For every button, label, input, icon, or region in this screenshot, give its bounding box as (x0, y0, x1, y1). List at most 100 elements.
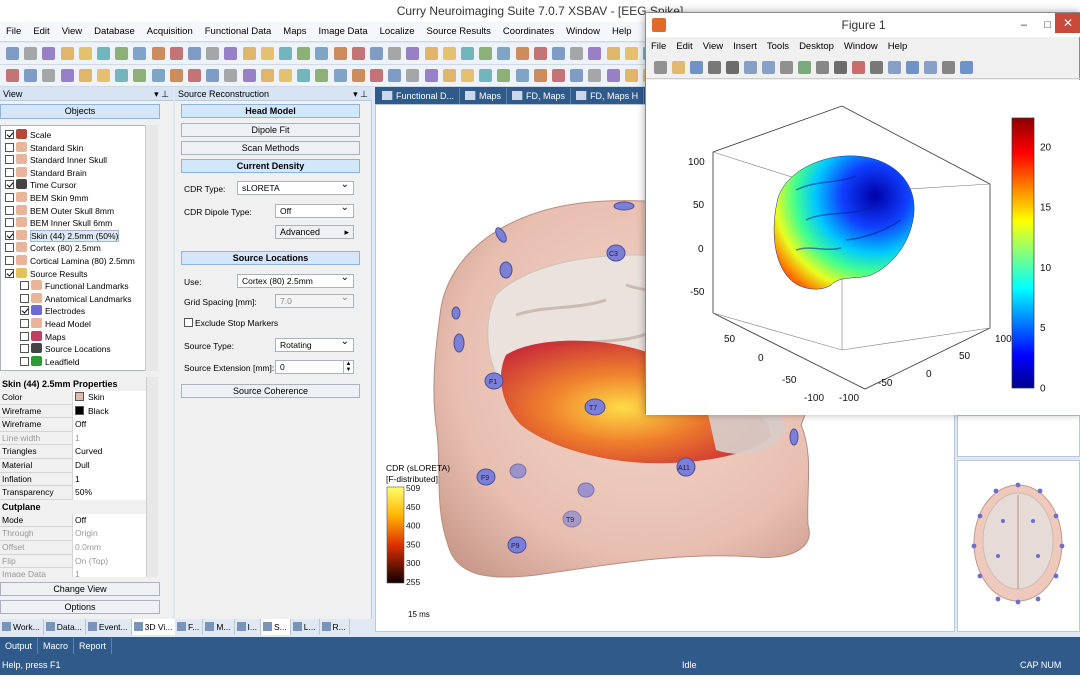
toolbar-button-icon[interactable] (424, 47, 438, 60)
menu-item-view[interactable]: View (56, 22, 88, 42)
property-row[interactable]: Line width 1 (0, 431, 146, 446)
toolbar-button-icon[interactable] (78, 69, 92, 82)
tree-checkbox[interactable] (5, 205, 14, 215)
bottom-tab[interactable]: M... (203, 619, 235, 635)
figure-menu-help[interactable]: Help (883, 37, 913, 57)
toolbar-button-icon[interactable] (552, 69, 565, 82)
property-value[interactable]: 1 (72, 431, 146, 446)
tree-checkbox[interactable] (5, 256, 14, 265)
close-icon[interactable]: ✕ (1055, 13, 1080, 33)
property-value[interactable]: Off (72, 513, 146, 528)
toolbar-button-icon[interactable] (188, 47, 201, 60)
toolbar-button-icon[interactable] (279, 47, 292, 60)
toolbar-button-icon[interactable] (169, 47, 183, 60)
tree-item[interactable]: Cortical Lamina (80) 2.5mm (5, 255, 135, 268)
property-value[interactable]: 0.0mm (72, 541, 146, 555)
menu-item-coordinates[interactable]: Coordinates (497, 22, 560, 42)
figure-menu-view[interactable]: View (698, 37, 728, 57)
side-view-axial[interactable] (957, 460, 1080, 632)
menu-item-source-results[interactable]: Source Results (421, 22, 497, 42)
figure-menu-edit[interactable]: Edit (671, 37, 697, 57)
dipole-fit-button[interactable]: Dipole Fit (181, 123, 360, 137)
property-value[interactable]: Curved (72, 445, 146, 459)
toolbar-button-icon[interactable] (624, 47, 638, 60)
figure-toolbar-icon[interactable] (690, 61, 703, 74)
toolbar-button-icon[interactable] (461, 69, 474, 82)
property-row[interactable]: Transparency 50% (0, 486, 146, 500)
figure-toolbar-icon[interactable] (744, 61, 757, 74)
tree-checkbox[interactable] (20, 331, 29, 341)
menu-item-functional-data[interactable]: Functional Data (199, 22, 278, 42)
property-row[interactable]: Through Origin (0, 527, 146, 541)
menu-item-acquisition[interactable]: Acquisition (141, 22, 199, 42)
tree-checkbox[interactable] (5, 193, 14, 202)
toolbar-button-icon[interactable] (515, 69, 529, 82)
source-coherence-button[interactable]: Source Coherence (181, 384, 360, 398)
grid-spacing-select[interactable]: 7.0 (275, 292, 354, 308)
figure-toolbar-icon[interactable] (654, 61, 667, 74)
tree-item[interactable]: BEM Inner Skull 6mm (5, 217, 112, 230)
toolbar-button-icon[interactable] (115, 69, 129, 82)
toolbar-button-icon[interactable] (6, 47, 19, 60)
tree-item[interactable]: Scale (5, 129, 51, 142)
menu-item-help[interactable]: Help (606, 22, 638, 42)
tree-checkbox[interactable] (20, 356, 29, 366)
panel-pin-icon[interactable]: ▾ ⊥ (353, 87, 368, 101)
figure-toolbar-icon[interactable] (762, 61, 775, 74)
property-row[interactable]: Wireframe Black (0, 404, 146, 419)
menu-item-file[interactable]: File (0, 22, 27, 42)
toolbar-button-icon[interactable] (260, 69, 274, 82)
tree-item[interactable]: Skin (44) 2.5mm (50%) (5, 229, 120, 243)
tree-item[interactable]: Standard Brain (5, 166, 87, 180)
toolbar-button-icon[interactable] (115, 47, 129, 60)
figure-toolbar-icon[interactable] (888, 61, 901, 74)
toolbar-button-icon[interactable] (151, 47, 165, 60)
toolbar-button-icon[interactable] (242, 47, 256, 60)
property-value[interactable]: 1 (72, 568, 146, 577)
tree-item[interactable]: Functional Landmarks (20, 280, 129, 293)
menu-item-image-data[interactable]: Image Data (313, 22, 374, 42)
toolbar-button-icon[interactable] (406, 69, 420, 82)
property-value[interactable]: Off (72, 418, 146, 432)
matlab-figure-window[interactable]: Figure 1 – □ ✕ File Edit View Insert Tools De… (645, 12, 1080, 415)
figure-toolbar-icon[interactable] (816, 61, 829, 74)
toolbar-button-icon[interactable] (169, 69, 183, 82)
source-extension-spinner[interactable]: 0 ▲ ▼ (275, 360, 354, 374)
bottom-tab[interactable]: R... (320, 619, 350, 635)
property-value[interactable]: Dull (72, 459, 146, 473)
bottom-tab[interactable]: Work... (0, 619, 44, 635)
property-row[interactable]: Triangles Curved (0, 445, 146, 459)
cdr-dipole-select[interactable]: Off (275, 202, 354, 218)
toolbar-button-icon[interactable] (351, 47, 365, 60)
figure-toolbar-icon[interactable] (798, 61, 811, 74)
figure-toolbar-icon[interactable] (672, 61, 685, 74)
tree-item[interactable]: Head Model (20, 318, 91, 331)
tree-item[interactable]: Cortex (80) 2.5mm (5, 242, 101, 255)
tree-checkbox[interactable] (5, 243, 14, 253)
tree-checkbox[interactable] (5, 268, 14, 278)
toolbar-button-icon[interactable] (515, 47, 529, 60)
property-value[interactable]: Black (72, 404, 146, 419)
toolbar-button-icon[interactable] (315, 47, 329, 60)
figure-toolbar-icon[interactable] (726, 61, 739, 74)
toolbar-button-icon[interactable] (188, 69, 201, 82)
toolbar-button-icon[interactable] (151, 69, 165, 82)
menu-item-edit[interactable]: Edit (27, 22, 55, 42)
figure-menu-desktop[interactable]: Desktop (794, 37, 839, 57)
figure-toolbar-icon[interactable] (708, 61, 721, 74)
toolbar-button-icon[interactable] (42, 69, 56, 82)
toolbar-button-icon[interactable] (279, 69, 292, 82)
toolbar-button-icon[interactable] (224, 47, 238, 60)
tree-item[interactable]: BEM Outer Skull 8mm (5, 204, 114, 218)
tree-checkbox[interactable] (20, 306, 29, 316)
toolbar-button-icon[interactable] (24, 69, 38, 82)
property-value[interactable]: Origin (72, 527, 146, 541)
view-tab[interactable]: Maps (460, 88, 508, 104)
toolbar-button-icon[interactable] (606, 47, 620, 60)
bottom-tab[interactable]: Event... (86, 619, 132, 635)
tree-item[interactable]: Leadfield (20, 355, 80, 369)
toolbar-button-icon[interactable] (206, 47, 220, 60)
toolbar-button-icon[interactable] (388, 47, 402, 60)
figure-toolbar-icon[interactable] (870, 61, 883, 74)
toolbar-button-icon[interactable] (570, 47, 584, 60)
